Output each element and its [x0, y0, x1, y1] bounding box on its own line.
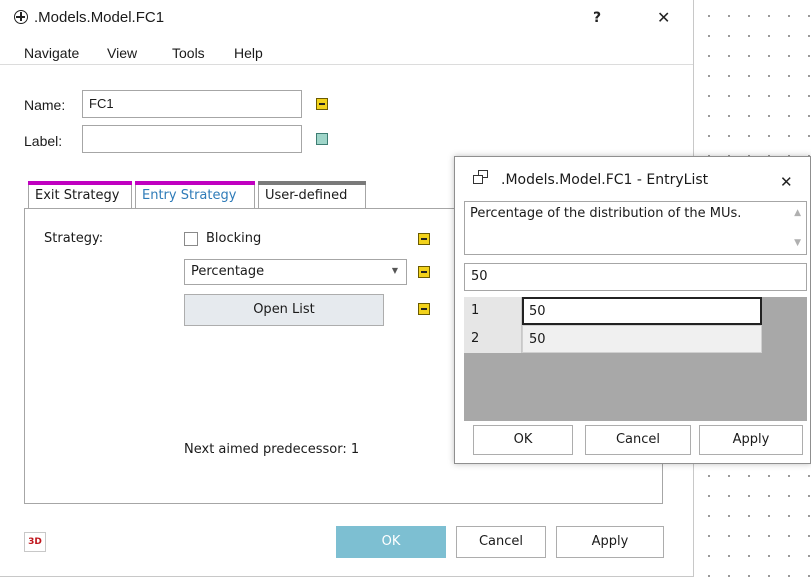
tab-entry-strategy-bar: [135, 181, 255, 185]
menu-view[interactable]: View: [107, 45, 137, 61]
tab-user-defined-label: User-defined: [265, 188, 348, 203]
label-input[interactable]: [82, 125, 302, 153]
tab-entry-strategy-label: Entry Strategy: [142, 188, 237, 203]
entrylist-apply-button[interactable]: Apply: [699, 425, 803, 455]
blocking-inherit-indicator[interactable]: [418, 233, 430, 245]
mode-inherit-indicator[interactable]: [418, 266, 430, 278]
cancel-button[interactable]: Cancel: [456, 526, 546, 558]
close-button[interactable]: ✕: [657, 8, 670, 27]
entrylist-title: .Models.Model.FC1 - EntryList: [501, 172, 709, 188]
tab-user-defined-bar: [258, 181, 366, 185]
tab-exit-strategy-bar: [28, 181, 132, 185]
menu-help[interactable]: Help: [234, 45, 263, 61]
tab-exit-strategy[interactable]: Exit Strategy: [28, 181, 132, 208]
window-restore-icon: [473, 170, 489, 186]
row-index: 1: [464, 297, 522, 325]
title-bar: .Models.Model.FC1 ? ✕: [0, 0, 693, 36]
table-row[interactable]: 1 50: [464, 297, 762, 325]
tab-entry-strategy[interactable]: Entry Strategy: [135, 181, 255, 209]
tab-user-defined[interactable]: User-defined: [258, 181, 366, 208]
table-cell[interactable]: 50: [522, 325, 762, 353]
name-label: Name:: [24, 97, 66, 113]
name-inherit-indicator[interactable]: [316, 98, 328, 110]
help-button[interactable]: ?: [593, 10, 601, 26]
entry-table: 1 50 2 50: [464, 297, 807, 421]
entrylist-cancel-button[interactable]: Cancel: [585, 425, 691, 455]
menu-tools[interactable]: Tools: [172, 45, 205, 61]
scroll-down-icon[interactable]: ▼: [794, 238, 801, 248]
name-input[interactable]: FC1: [82, 90, 302, 118]
blocking-checkbox[interactable]: [184, 232, 198, 246]
scroll-up-icon[interactable]: ▲: [794, 208, 801, 218]
next-predecessor-text: Next aimed predecessor: 1: [184, 442, 360, 457]
app-icon: [14, 10, 28, 24]
window-title: .Models.Model.FC1: [34, 9, 165, 26]
entrylist-ok-button[interactable]: OK: [473, 425, 573, 455]
openlist-inherit-indicator[interactable]: [418, 303, 430, 315]
chevron-down-icon: ▼: [391, 266, 398, 275]
apply-button[interactable]: Apply: [556, 526, 664, 558]
label-label: Label:: [24, 133, 63, 149]
open-list-button[interactable]: Open List: [184, 294, 384, 326]
strategy-mode-value: Percentage: [191, 264, 265, 279]
strategy-mode-select[interactable]: Percentage ▼: [184, 259, 407, 285]
description-box: Percentage of the distribution of the MU…: [464, 201, 807, 255]
entrylist-dialog: .Models.Model.FC1 - EntryList ✕ Percenta…: [454, 156, 811, 464]
strategy-label: Strategy:: [44, 231, 104, 246]
table-cell[interactable]: 50: [522, 297, 762, 325]
menu-navigate[interactable]: Navigate: [24, 45, 79, 61]
label-inherit-indicator[interactable]: [316, 133, 328, 145]
entrylist-close-button[interactable]: ✕: [780, 173, 793, 191]
menu-bar: Navigate View Tools Help: [0, 40, 693, 65]
blocking-label: Blocking: [206, 231, 262, 246]
row-index: 2: [464, 325, 522, 353]
value-input[interactable]: 50: [464, 263, 807, 291]
ok-button[interactable]: OK: [336, 526, 446, 558]
tab-exit-strategy-label: Exit Strategy: [35, 188, 120, 203]
table-row[interactable]: 2 50: [464, 325, 762, 353]
3d-button[interactable]: 3D: [24, 532, 46, 552]
description-text: Percentage of the distribution of the MU…: [470, 206, 742, 221]
